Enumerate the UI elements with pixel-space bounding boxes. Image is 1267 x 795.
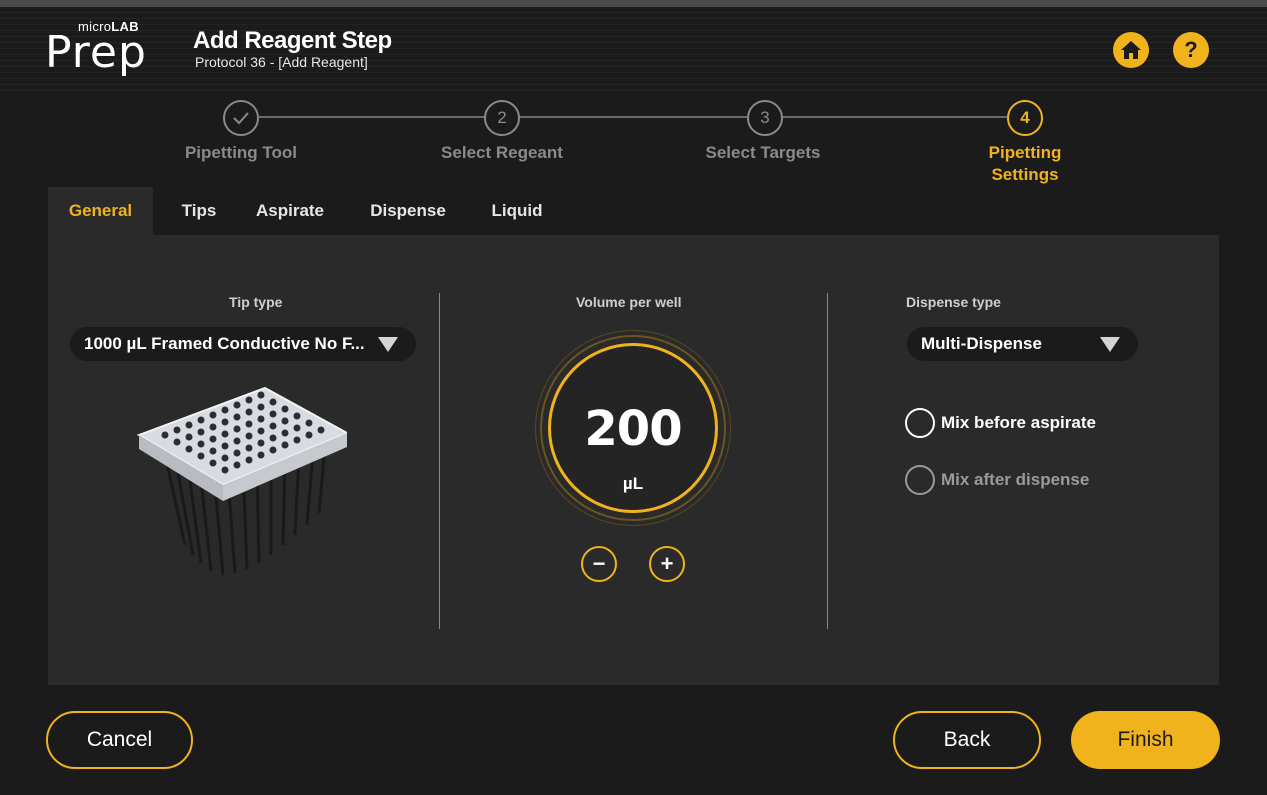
- back-button[interactable]: Back: [893, 711, 1041, 769]
- step-4-label-line1: Pipetting: [988, 143, 1062, 162]
- plus-icon: +: [660, 551, 674, 576]
- volume-label: Volume per well: [576, 294, 682, 310]
- chevron-down-icon: [1100, 337, 1120, 352]
- step-4-label-line2: Settings: [991, 165, 1059, 184]
- decrease-volume-button[interactable]: −: [581, 546, 617, 582]
- step-2-circle: 2: [484, 100, 520, 136]
- mix-before-aspirate-label: Mix before aspirate: [941, 413, 1096, 432]
- page-subtitle: Protocol 36 - [Add Reagent]: [195, 54, 368, 70]
- logo-prep: Prep: [45, 27, 147, 78]
- mix-after-dispense-radio[interactable]: [905, 465, 935, 495]
- volume-unit: µL: [622, 474, 644, 493]
- step-connector-3: [783, 116, 1007, 118]
- tip-type-label: Tip type: [229, 294, 283, 310]
- column-divider-2: [827, 293, 828, 629]
- cancel-button[interactable]: Cancel: [46, 711, 193, 769]
- microlab-prep-logo: microLAB Prep: [45, 19, 160, 75]
- dispense-type-value: Multi-Dispense: [921, 334, 1042, 353]
- help-icon: ?: [1184, 37, 1198, 62]
- tab-dispense[interactable]: Dispense: [356, 187, 460, 235]
- help-button[interactable]: ?: [1173, 32, 1209, 68]
- finish-button[interactable]: Finish: [1071, 711, 1220, 769]
- dispense-type-label: Dispense type: [906, 294, 1001, 310]
- dispense-type-dropdown[interactable]: Multi-Dispense: [907, 327, 1138, 361]
- step-1-label: Pipetting Tool: [184, 143, 298, 162]
- tab-aspirate[interactable]: Aspirate: [245, 187, 335, 235]
- step-3-circle: 3: [747, 100, 783, 136]
- tab-tips[interactable]: Tips: [169, 187, 229, 235]
- volume-value: 200: [584, 401, 682, 457]
- chevron-down-icon: [378, 337, 398, 352]
- mix-after-dispense-label: Mix after dispense: [941, 470, 1090, 489]
- step-3-label: Select Targets: [705, 143, 821, 162]
- tip-rack-image: [136, 386, 347, 576]
- minus-icon: −: [592, 551, 606, 576]
- app-header: microLAB Prep Add Reagent Step Protocol …: [0, 7, 1267, 92]
- increase-volume-button[interactable]: +: [649, 546, 685, 582]
- step-connector-1: [259, 116, 484, 118]
- mix-after-dispense-option[interactable]: Mix after dispense: [905, 465, 1089, 495]
- page-title: Add Reagent Step: [193, 27, 392, 54]
- step-1-check-circle: [223, 100, 259, 136]
- step-progress: Pipetting Tool 2 Select Regeant 3 Select…: [0, 92, 1267, 187]
- checkmark-icon: [233, 112, 249, 125]
- home-button[interactable]: [1113, 32, 1149, 68]
- window-top-bar: [0, 0, 1267, 7]
- home-icon: [1121, 41, 1141, 59]
- tab-liquid[interactable]: Liquid: [480, 187, 554, 235]
- step-connector-2: [520, 116, 747, 118]
- tip-type-dropdown[interactable]: 1000 µL Framed Conductive No F...: [70, 327, 416, 361]
- column-divider-1: [439, 293, 440, 629]
- mix-before-aspirate-option[interactable]: Mix before aspirate: [905, 408, 1096, 438]
- general-settings-panel: Tip type 1000 µL Framed Conductive No F.…: [48, 235, 1219, 685]
- step-4-label: Pipetting Settings: [925, 142, 1125, 186]
- mix-before-aspirate-radio[interactable]: [905, 408, 935, 438]
- step-4-circle: 4: [1007, 100, 1043, 136]
- step-2-label: Select Regeant: [441, 143, 563, 162]
- volume-dial[interactable]: 200 µL: [548, 343, 718, 513]
- tab-general[interactable]: General: [48, 187, 153, 235]
- tip-type-value: 1000 µL Framed Conductive No F...: [84, 334, 365, 353]
